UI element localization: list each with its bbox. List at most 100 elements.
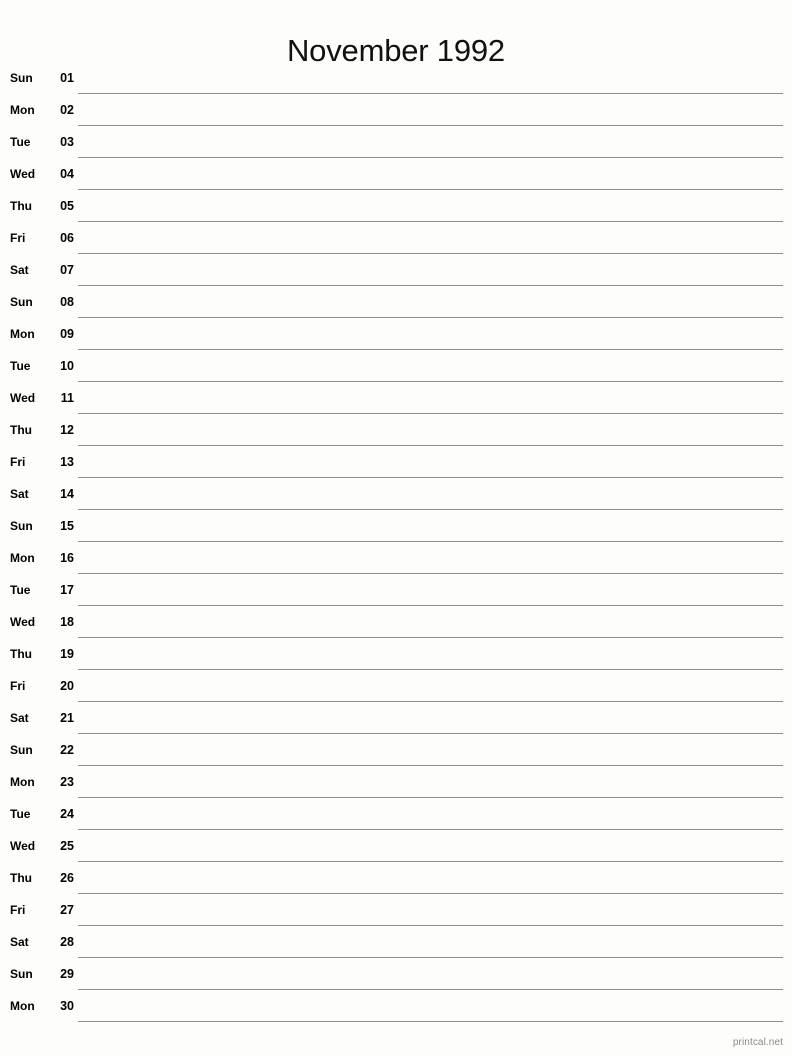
day-writing-line[interactable]: [78, 574, 783, 606]
day-number-label: 12: [60, 423, 74, 437]
day-writing-line[interactable]: [78, 158, 783, 190]
day-row: Tue 24: [0, 798, 792, 830]
day-writing-line[interactable]: [78, 254, 783, 286]
day-number-label: 25: [60, 839, 74, 853]
day-writing-line[interactable]: [78, 606, 783, 638]
day-writing-line[interactable]: [78, 926, 783, 958]
day-weekday-label: Fri: [10, 455, 26, 469]
day-row: Wed 04: [0, 158, 792, 190]
day-weekday-label: Sun: [10, 519, 33, 533]
day-weekday-label: Tue: [10, 583, 31, 597]
day-number-label: 16: [60, 551, 74, 565]
day-writing-line[interactable]: [78, 702, 783, 734]
day-row: Sun 08: [0, 286, 792, 318]
day-weekday-label: Tue: [10, 359, 31, 373]
day-row: Mon 23: [0, 766, 792, 798]
day-weekday-label: Sun: [10, 743, 33, 757]
day-row: Thu 26: [0, 862, 792, 894]
day-row: Tue 17: [0, 574, 792, 606]
day-number-label: 10: [60, 359, 74, 373]
day-row: Mon 16: [0, 542, 792, 574]
day-row: Sun 01: [0, 62, 792, 94]
day-row: Fri 06: [0, 222, 792, 254]
day-writing-line[interactable]: [78, 222, 783, 254]
day-row: Mon 30: [0, 990, 792, 1022]
day-row: Wed 11: [0, 382, 792, 414]
day-weekday-label: Thu: [10, 199, 32, 213]
day-writing-line[interactable]: [78, 766, 783, 798]
day-row: Fri 27: [0, 894, 792, 926]
day-weekday-label: Wed: [10, 167, 36, 181]
day-writing-line[interactable]: [78, 510, 783, 542]
day-weekday-label: Sat: [10, 935, 29, 949]
day-row: Wed 25: [0, 830, 792, 862]
day-number-label: 24: [60, 807, 74, 821]
day-weekday-label: Sun: [10, 295, 33, 309]
day-writing-line[interactable]: [78, 350, 783, 382]
day-writing-line[interactable]: [78, 958, 783, 990]
day-writing-line[interactable]: [78, 478, 783, 510]
day-number-label: 08: [60, 295, 74, 309]
day-writing-line[interactable]: [78, 734, 783, 766]
day-number-label: 21: [60, 711, 74, 725]
day-weekday-label: Tue: [10, 135, 31, 149]
day-number-label: 04: [60, 167, 74, 181]
day-number-label: 01: [60, 71, 74, 85]
day-number-label: 22: [60, 743, 74, 757]
day-number-label: 30: [60, 999, 74, 1013]
calendar-page: November 1992 Sun 01 Mon 02 Tue 03 Wed 04 Thu 05 F…: [0, 0, 792, 1056]
day-weekday-label: Thu: [10, 423, 32, 437]
day-writing-line[interactable]: [78, 638, 783, 670]
day-row: Thu 05: [0, 190, 792, 222]
day-weekday-label: Wed: [10, 615, 36, 629]
day-writing-line[interactable]: [78, 414, 783, 446]
day-number-label: 09: [60, 327, 74, 341]
day-row: Sat 07: [0, 254, 792, 286]
day-writing-line[interactable]: [78, 318, 783, 350]
day-writing-line[interactable]: [78, 894, 783, 926]
day-writing-line[interactable]: [78, 190, 783, 222]
day-writing-line[interactable]: [78, 446, 783, 478]
day-weekday-label: Fri: [10, 903, 26, 917]
day-writing-line[interactable]: [78, 862, 783, 894]
day-writing-line[interactable]: [78, 830, 783, 862]
day-row: Mon 09: [0, 318, 792, 350]
day-row: Sat 14: [0, 478, 792, 510]
day-writing-line[interactable]: [78, 286, 783, 318]
day-row: Fri 13: [0, 446, 792, 478]
footer-credit: printcal.net: [732, 1037, 783, 1048]
day-row: Sun 15: [0, 510, 792, 542]
day-weekday-label: Wed: [10, 391, 36, 405]
day-row: Fri 20: [0, 670, 792, 702]
day-row: Mon 02: [0, 94, 792, 126]
day-number-label: 17: [60, 583, 74, 597]
day-writing-line[interactable]: [78, 62, 783, 94]
day-writing-line[interactable]: [78, 670, 783, 702]
day-weekday-label: Fri: [10, 679, 26, 693]
day-weekday-label: Fri: [10, 231, 26, 245]
day-writing-line[interactable]: [78, 798, 783, 830]
day-weekday-label: Wed: [10, 839, 36, 853]
day-row: Wed 18: [0, 606, 792, 638]
day-writing-line[interactable]: [78, 94, 783, 126]
day-number-label: 18: [60, 615, 74, 629]
day-weekday-label: Mon: [10, 103, 35, 117]
day-number-label: 26: [60, 871, 74, 885]
day-writing-line[interactable]: [78, 542, 783, 574]
day-row: Tue 03: [0, 126, 792, 158]
day-writing-line[interactable]: [78, 990, 783, 1022]
day-row: Thu 12: [0, 414, 792, 446]
day-weekday-label: Mon: [10, 327, 35, 341]
day-row: Sat 21: [0, 702, 792, 734]
day-weekday-label: Thu: [10, 647, 32, 661]
day-writing-line[interactable]: [78, 126, 783, 158]
day-weekday-label: Sun: [10, 967, 33, 981]
day-number-label: 27: [60, 903, 74, 917]
day-weekday-label: Sun: [10, 71, 33, 85]
day-number-label: 11: [60, 391, 74, 405]
day-number-label: 29: [60, 967, 74, 981]
day-writing-line[interactable]: [78, 382, 783, 414]
day-weekday-label: Sat: [10, 263, 29, 277]
day-row: Thu 19: [0, 638, 792, 670]
day-row: Sun 29: [0, 958, 792, 990]
